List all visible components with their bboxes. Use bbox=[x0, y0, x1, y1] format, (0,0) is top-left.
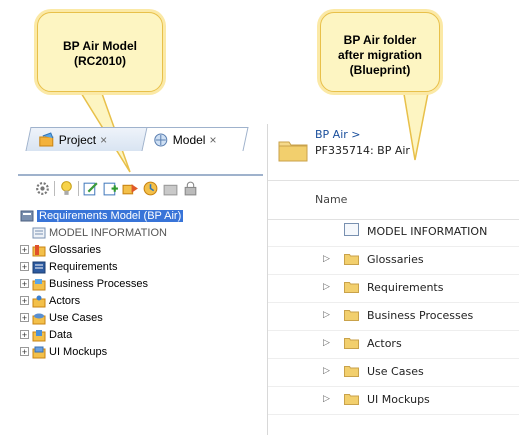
expand-arrow-icon[interactable]: ▷ bbox=[323, 282, 330, 292]
callout-right-line3: (Blueprint) bbox=[349, 63, 411, 77]
folder-icon bbox=[344, 254, 359, 265]
tree-item-label: Use Cases bbox=[49, 311, 103, 324]
model-tree: Requirements Model (BP Air) MODEL INFORM… bbox=[20, 207, 260, 360]
list-item-model-information[interactable]: MODEL INFORMATION bbox=[268, 218, 519, 247]
list-item-business-processes[interactable]: ▷ Business Processes bbox=[268, 302, 519, 331]
tree-root-row[interactable]: Requirements Model (BP Air) bbox=[20, 207, 260, 224]
expand-icon[interactable]: + bbox=[20, 330, 29, 340]
callout-bp-air-model: BP Air Model (RC2010) bbox=[37, 12, 163, 92]
document-icon bbox=[32, 227, 46, 238]
list-item-label: Use Cases bbox=[367, 365, 424, 378]
settings-icon[interactable] bbox=[34, 180, 51, 197]
list-item-label: MODEL INFORMATION bbox=[367, 225, 488, 238]
tree-item-actors[interactable]: + Actors bbox=[20, 292, 260, 309]
tree-item-label: Actors bbox=[49, 294, 81, 307]
list-item-requirements[interactable]: ▷ Requirements bbox=[268, 274, 519, 303]
expand-arrow-icon[interactable]: ▷ bbox=[323, 310, 330, 320]
model-icon bbox=[154, 133, 168, 146]
tree-item-use-cases[interactable]: + Use Cases bbox=[20, 309, 260, 326]
document-icon bbox=[344, 223, 359, 236]
tree-item-glossaries[interactable]: + Glossaries bbox=[20, 241, 260, 258]
edit-icon[interactable] bbox=[82, 180, 99, 197]
folder-icon bbox=[278, 141, 308, 162]
tab-underline bbox=[18, 174, 263, 176]
tab-model[interactable]: Model × bbox=[141, 127, 249, 151]
requirements-folder-icon bbox=[32, 261, 46, 273]
requirements-model-icon bbox=[20, 210, 34, 221]
tree-item-business-processes[interactable]: + Business Processes bbox=[20, 275, 260, 292]
project-icon bbox=[39, 131, 54, 146]
expand-arrow-icon[interactable]: ▷ bbox=[323, 394, 330, 404]
list-item-label: Requirements bbox=[367, 281, 444, 294]
tree-item-ui-mockups[interactable]: + UI Mockups bbox=[20, 343, 260, 360]
tree-item-model-information[interactable]: MODEL INFORMATION bbox=[20, 224, 260, 241]
column-name-header[interactable]: Name bbox=[315, 193, 347, 206]
folder-icon bbox=[344, 338, 359, 349]
tree-item-label: Data bbox=[49, 328, 73, 341]
move-icon[interactable] bbox=[122, 180, 139, 197]
list-item-label: Actors bbox=[367, 337, 402, 350]
glossaries-folder-icon bbox=[32, 244, 46, 256]
data-folder-icon bbox=[32, 329, 46, 341]
folder-title: PF335714: BP Air bbox=[315, 144, 410, 157]
tree-item-label: UI Mockups bbox=[49, 345, 108, 358]
expand-icon[interactable]: + bbox=[20, 313, 29, 323]
expand-arrow-icon[interactable]: ▷ bbox=[323, 366, 330, 376]
folder-icon bbox=[344, 282, 359, 293]
expand-icon[interactable]: + bbox=[20, 262, 29, 272]
folder-icon bbox=[344, 366, 359, 377]
use-cases-folder-icon bbox=[32, 313, 46, 324]
business-processes-folder-icon bbox=[32, 278, 46, 290]
expand-arrow-icon[interactable]: ▷ bbox=[323, 254, 330, 264]
tab-project-close-icon[interactable]: × bbox=[100, 133, 107, 147]
list-item-actors[interactable]: ▷ Actors bbox=[268, 330, 519, 359]
tree-root-label[interactable]: Requirements Model (BP Air) bbox=[37, 209, 184, 222]
tree-item-requirements[interactable]: + Requirements bbox=[20, 258, 260, 275]
expand-icon[interactable]: + bbox=[20, 245, 29, 255]
tree-item-data[interactable]: + Data bbox=[20, 326, 260, 343]
list-item-use-cases[interactable]: ▷ Use Cases bbox=[268, 358, 519, 387]
callout-right-line1: BP Air folder bbox=[343, 33, 417, 47]
model-explorer-panel: Project × Model × Requirements Model (BP… bbox=[10, 127, 263, 417]
list-item-label: Business Processes bbox=[367, 309, 474, 322]
tab-project-label: Project bbox=[58, 132, 97, 147]
expand-icon[interactable]: + bbox=[20, 296, 29, 306]
blueprint-folder-panel: BP Air > PF335714: BP Air Name MODEL INF… bbox=[268, 124, 519, 435]
expand-arrow-icon[interactable]: ▷ bbox=[323, 338, 330, 348]
actors-folder-icon bbox=[32, 295, 46, 307]
model-toolbar bbox=[34, 178, 249, 198]
tab-model-close-icon[interactable]: × bbox=[210, 133, 217, 147]
list-item-glossaries[interactable]: ▷ Glossaries bbox=[268, 246, 519, 275]
callout-left-line2: (RC2010) bbox=[73, 54, 127, 68]
callout-bp-air-folder: BP Air folder after migration (Blueprint… bbox=[320, 12, 440, 92]
ui-mockups-folder-icon bbox=[32, 346, 46, 358]
expand-icon[interactable]: + bbox=[20, 347, 29, 357]
folder-icon bbox=[344, 310, 359, 321]
column-header: Name bbox=[268, 180, 519, 220]
sync-icon[interactable] bbox=[142, 180, 159, 197]
tree-item-label: Business Processes bbox=[49, 277, 149, 290]
idea-icon[interactable] bbox=[58, 180, 75, 197]
list-item-label: UI Mockups bbox=[367, 393, 430, 406]
tree-item-label: Glossaries bbox=[49, 243, 101, 256]
callout-left-line1: BP Air Model bbox=[62, 39, 137, 53]
folder-icon bbox=[344, 394, 359, 405]
list-item-ui-mockups[interactable]: ▷ UI Mockups bbox=[268, 386, 519, 415]
breadcrumb[interactable]: BP Air > bbox=[315, 128, 361, 141]
callout-right-line2: after migration bbox=[337, 48, 422, 62]
tab-project[interactable]: Project × bbox=[25, 127, 149, 151]
expand-icon[interactable]: + bbox=[20, 279, 29, 289]
tab-model-label: Model bbox=[172, 132, 206, 147]
list-item-label: Glossaries bbox=[367, 253, 424, 266]
add-icon[interactable] bbox=[102, 180, 119, 197]
lock-icon[interactable] bbox=[182, 180, 199, 197]
tree-item-label: MODEL INFORMATION bbox=[49, 226, 167, 239]
tree-item-label: Requirements bbox=[49, 260, 118, 273]
disabled-folder-icon[interactable] bbox=[162, 180, 179, 197]
